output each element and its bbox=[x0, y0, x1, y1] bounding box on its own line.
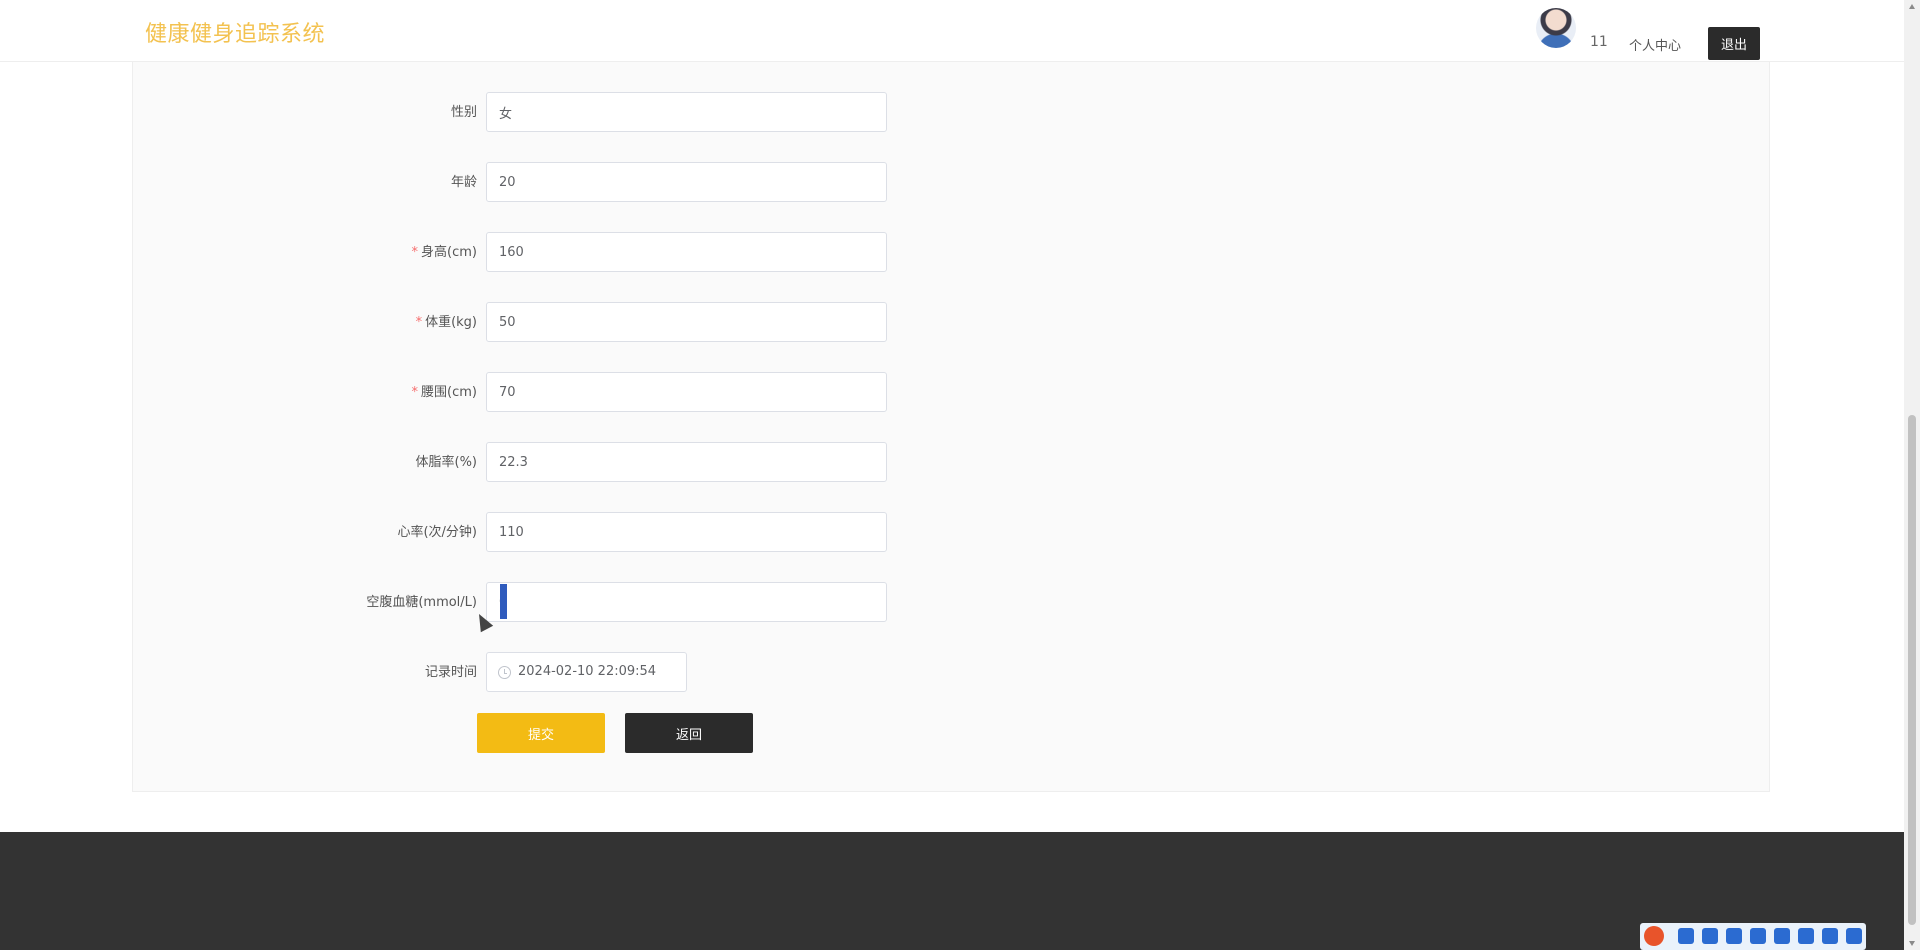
required-mark: * bbox=[411, 385, 419, 400]
keyboard-icon[interactable] bbox=[1750, 928, 1766, 944]
scrollbar-thumb[interactable] bbox=[1908, 415, 1916, 925]
waist-label: * 腰围(cm) bbox=[265, 381, 477, 400]
height-label: * 身高(cm) bbox=[265, 241, 477, 260]
heart-rate-input[interactable] bbox=[486, 512, 887, 552]
clock-icon bbox=[498, 666, 511, 679]
waist-label-text: 腰围(cm) bbox=[421, 385, 477, 400]
logout-button[interactable]: 退出 bbox=[1708, 27, 1760, 60]
record-time-picker[interactable]: 2024-02-10 22:09:54 bbox=[486, 652, 687, 692]
user-avatar[interactable] bbox=[1536, 8, 1576, 48]
gender-input[interactable] bbox=[486, 92, 887, 132]
page-scrollbar[interactable] bbox=[1904, 0, 1920, 950]
text-selection-highlight bbox=[500, 584, 507, 619]
weight-label-text: 体重(kg) bbox=[425, 315, 477, 330]
game-icon[interactable] bbox=[1798, 928, 1814, 944]
microphone-icon[interactable] bbox=[1726, 928, 1742, 944]
required-mark: * bbox=[415, 315, 423, 330]
chinese-mode-icon[interactable] bbox=[1678, 928, 1694, 944]
height-label-text: 身高(cm) bbox=[421, 245, 477, 260]
site-brand[interactable]: 健康健身追踪系统 bbox=[145, 16, 325, 48]
record-time-value: 2024-02-10 22:09:54 bbox=[518, 664, 657, 679]
body-fat-label: 体脂率(%) bbox=[265, 451, 478, 470]
record-time-label-text: 记录时间 bbox=[424, 665, 477, 680]
height-input[interactable] bbox=[486, 232, 887, 272]
heart-rate-label-text: 心率(次/分钟) bbox=[397, 525, 477, 540]
required-mark: * bbox=[411, 245, 419, 260]
gender-label-text: 性别 bbox=[450, 105, 477, 120]
fasting-glucose-input[interactable] bbox=[486, 582, 887, 622]
age-input[interactable] bbox=[486, 162, 887, 202]
punctuation-icon[interactable] bbox=[1702, 928, 1718, 944]
toolbox-icon[interactable] bbox=[1822, 928, 1838, 944]
body-fat-input[interactable] bbox=[486, 442, 887, 482]
back-button[interactable]: 返回 bbox=[625, 713, 753, 753]
scroll-up-icon[interactable] bbox=[1909, 4, 1915, 9]
body-fat-label-text: 体脂率(%) bbox=[415, 455, 478, 470]
top-navbar: 健康健身追踪系统 11 个人中心 退出 bbox=[0, 0, 1904, 62]
page-footer bbox=[0, 832, 1904, 950]
age-label-text: 年龄 bbox=[450, 175, 477, 190]
input-method-icon[interactable] bbox=[1644, 926, 1664, 946]
waist-input[interactable] bbox=[486, 372, 887, 412]
record-time-label: 记录时间 bbox=[265, 661, 477, 680]
heart-rate-label: 心率(次/分钟) bbox=[265, 521, 477, 540]
fasting-glucose-label-text: 空腹血糖(mmol/L) bbox=[366, 595, 477, 610]
system-tray bbox=[1640, 923, 1866, 950]
profile-link[interactable]: 个人中心 bbox=[1629, 35, 1681, 54]
fasting-glucose-label: 空腹血糖(mmol/L) bbox=[265, 591, 477, 610]
weight-label: * 体重(kg) bbox=[265, 311, 477, 330]
user-id: 11 bbox=[1590, 34, 1608, 50]
scroll-down-icon[interactable] bbox=[1909, 941, 1915, 946]
age-label: 年龄 bbox=[265, 171, 477, 190]
gender-label: 性别 bbox=[265, 101, 477, 120]
weight-input[interactable] bbox=[486, 302, 887, 342]
submit-button[interactable]: 提交 bbox=[477, 713, 605, 753]
settings-icon[interactable] bbox=[1846, 928, 1862, 944]
form-panel: 性别 年龄 *身高(cm) *体重(kg) *腰围(cm) 体脂率(%) 心率(… bbox=[132, 0, 1770, 792]
skin-icon[interactable] bbox=[1774, 928, 1790, 944]
